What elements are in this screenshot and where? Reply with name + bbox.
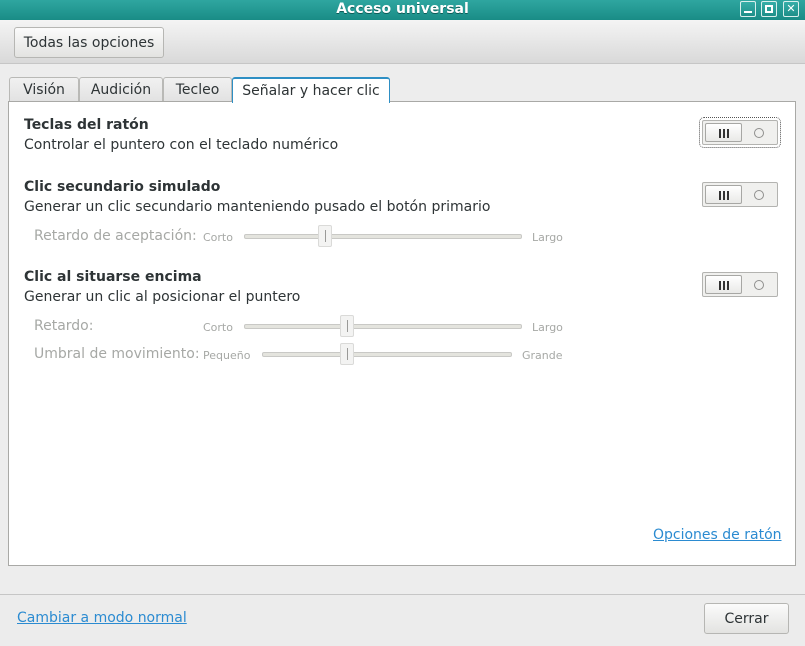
switch-ring-icon [754, 190, 764, 200]
mouse-options-link[interactable]: Opciones de ratón [653, 527, 782, 543]
hover-delay-slider-thumb[interactable] [339, 315, 354, 337]
acceptance-delay-min-label: Corto [203, 231, 233, 244]
tab-panel [8, 101, 796, 566]
mouse-keys-description: Controlar el puntero con el teclado numé… [24, 137, 339, 153]
close-button[interactable]: Cerrar [704, 603, 789, 634]
tab-pointing-clicking[interactable]: Señalar y hacer clic [232, 77, 390, 103]
title-bar: Acceso universal ✕ [0, 0, 805, 20]
motion-threshold-slider[interactable] [262, 352, 512, 357]
mouse-keys-switch[interactable] [699, 117, 781, 148]
tab-vision[interactable]: Visión [9, 77, 79, 101]
hover-delay-min-label: Corto [203, 321, 233, 334]
secondary-click-switch[interactable] [702, 182, 778, 207]
motion-threshold-max-label: Grande [522, 349, 563, 362]
motion-threshold-min-label: Pequeño [203, 349, 251, 362]
bottom-bar: Cambiar a modo normal Cerrar [0, 594, 805, 646]
secondary-click-title: Clic secundario simulado [24, 179, 221, 195]
tab-tecleo[interactable]: Tecleo [163, 77, 232, 101]
secondary-click-description: Generar un clic secundario manteniendo p… [24, 199, 491, 215]
mouse-keys-title: Teclas del ratón [24, 117, 149, 133]
tab-audicion[interactable]: Audición [79, 77, 163, 101]
hover-delay-slider[interactable] [244, 324, 522, 329]
acceptance-delay-max-label: Largo [532, 231, 563, 244]
switch-ring-icon [754, 280, 764, 290]
hover-delay-max-label: Largo [532, 321, 563, 334]
switch-normal-mode-link[interactable]: Cambiar a modo normal [17, 610, 187, 626]
acceptance-delay-slider[interactable] [244, 234, 522, 239]
switch-bars-icon [705, 275, 742, 294]
window-title: Acceso universal [336, 1, 469, 17]
switch-ring-icon [754, 128, 764, 138]
maximize-icon[interactable] [761, 1, 777, 17]
hover-click-description: Generar un clic al posicionar el puntero [24, 289, 301, 305]
minimize-icon[interactable] [740, 1, 756, 17]
switch-bars-icon [705, 123, 742, 142]
all-options-button[interactable]: Todas las opciones [14, 27, 164, 58]
acceptance-delay-label: Retardo de aceptación: [34, 228, 197, 244]
close-icon[interactable]: ✕ [783, 1, 799, 17]
toolbar: Todas las opciones [0, 20, 805, 64]
hover-click-title: Clic al situarse encima [24, 269, 202, 285]
hover-click-switch[interactable] [702, 272, 778, 297]
motion-threshold-label: Umbral de movimiento: [34, 346, 200, 362]
acceptance-delay-slider-thumb[interactable] [317, 225, 332, 247]
switch-bars-icon [705, 185, 742, 204]
hover-delay-label: Retardo: [34, 318, 94, 334]
motion-threshold-slider-thumb[interactable] [340, 343, 354, 365]
